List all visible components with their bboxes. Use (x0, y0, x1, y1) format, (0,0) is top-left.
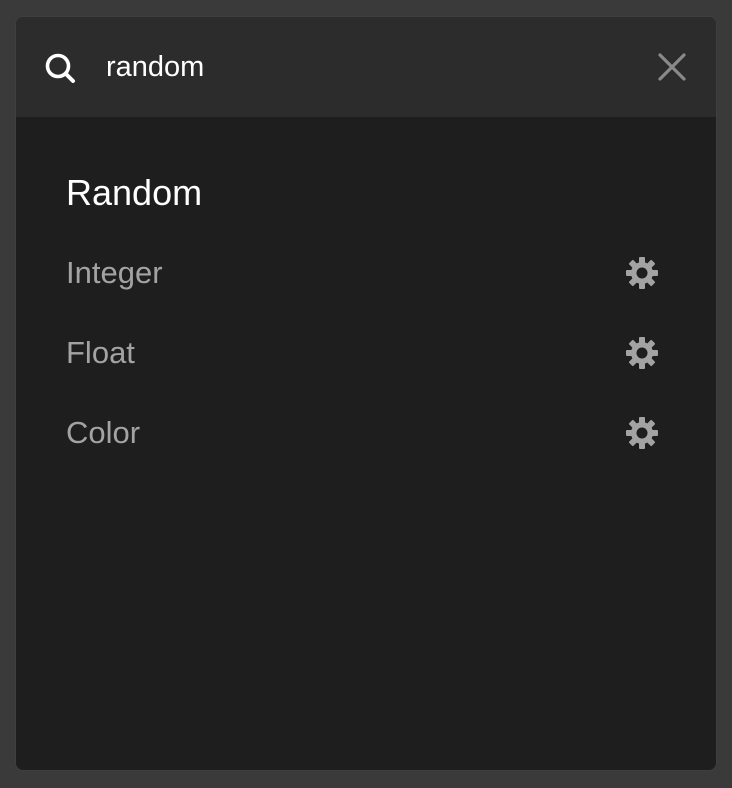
gear-icon[interactable] (624, 415, 660, 451)
close-icon (658, 53, 686, 81)
search-bar (16, 17, 716, 117)
clear-search-button[interactable] (652, 47, 692, 87)
result-item-label: Color (66, 415, 141, 450)
group-title: Random (66, 172, 203, 213)
gear-icon[interactable] (624, 335, 660, 371)
result-item-color[interactable]: Color (16, 403, 716, 463)
search-panel: Random Integer (16, 17, 716, 770)
result-item-integer[interactable]: Integer (16, 243, 716, 303)
search-input[interactable] (106, 47, 626, 87)
gear-icon[interactable] (624, 255, 660, 291)
search-icon (44, 52, 78, 86)
result-item-label: Integer (66, 255, 163, 290)
result-item-float[interactable]: Float (16, 323, 716, 383)
result-item-label: Float (66, 335, 135, 370)
